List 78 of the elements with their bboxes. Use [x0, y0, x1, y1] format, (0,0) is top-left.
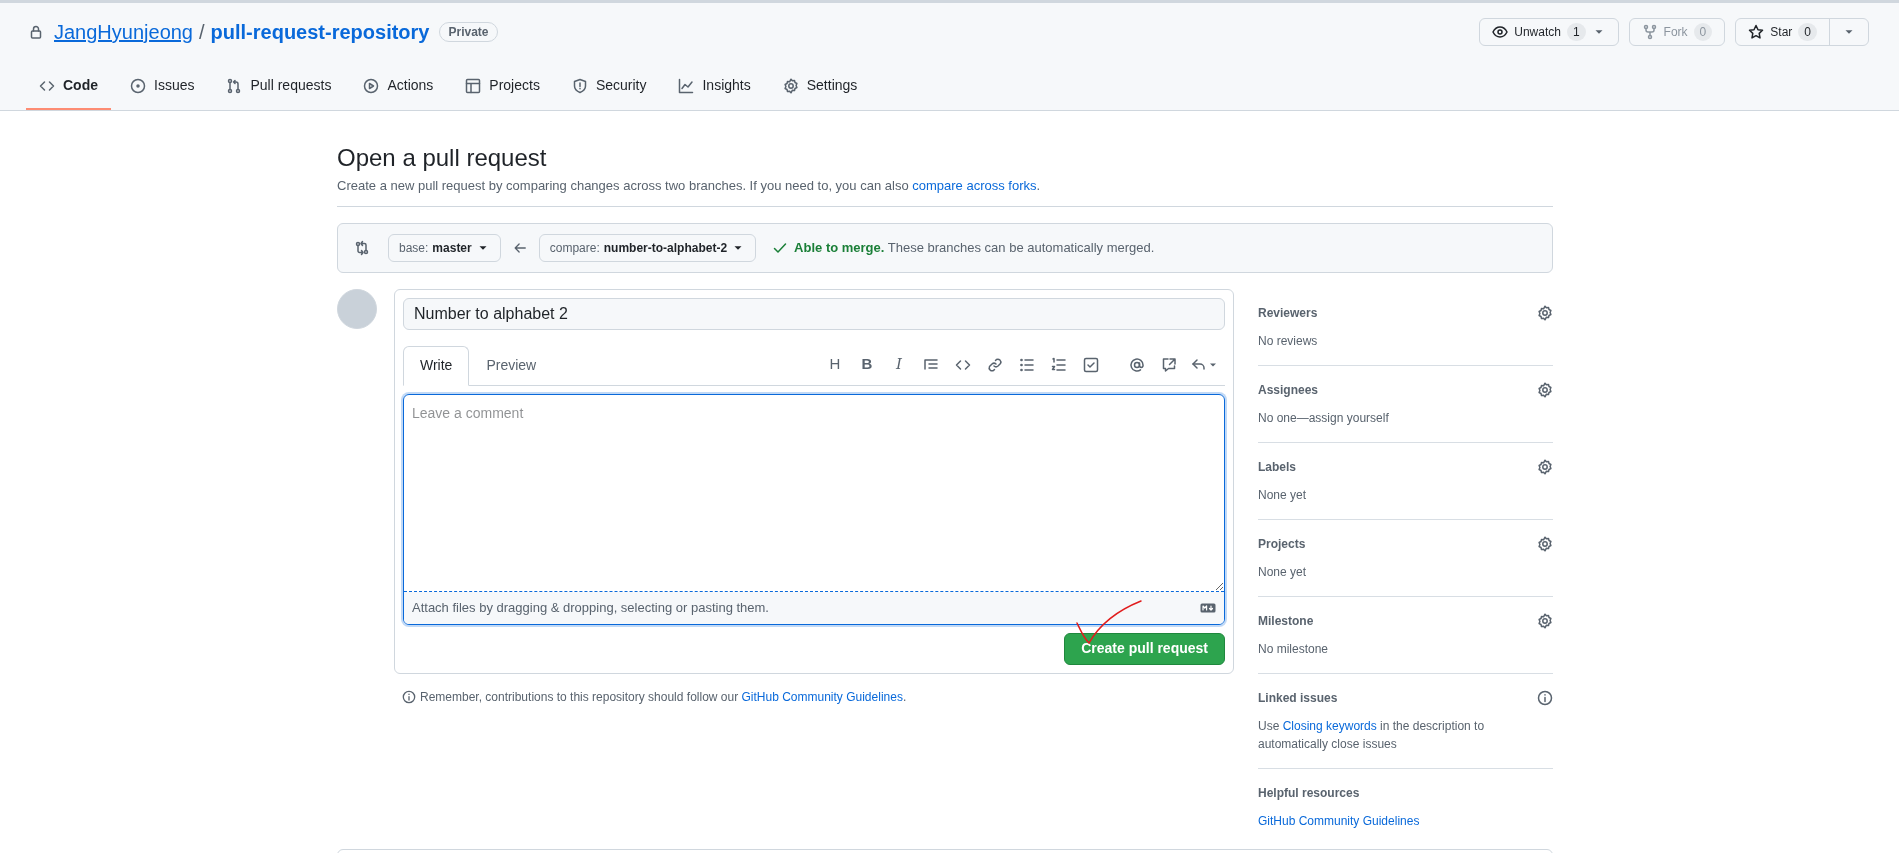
play-icon: [363, 77, 380, 94]
sidebar-value: No milestone: [1258, 640, 1330, 658]
counter: 1: [1566, 23, 1586, 41]
sidebar-heading: Assignees: [1258, 381, 1319, 399]
info-icon: [1537, 689, 1553, 706]
compare-branch-dropdown[interactable]: compare: number-to-alphabet-2: [538, 233, 757, 262]
eye-icon: [1492, 24, 1509, 40]
nav-tab[interactable]: Security: [558, 73, 660, 110]
fork-icon: [1641, 24, 1658, 40]
sidebar-text: Use Closing keywords in the description to automatically close issues: [1258, 717, 1486, 753]
pull-request-icon: [226, 77, 243, 94]
at-sign-icon: [1129, 356, 1145, 373]
nav-tab[interactable]: Issues: [117, 73, 208, 110]
editor-tab[interactable]: Preview: [469, 345, 554, 386]
settings-icon: [1537, 458, 1553, 475]
numbered-list-icon: [1051, 356, 1067, 373]
comment-field[interactable]: Leave a comment Attach files by dragging & dropping, selecting or pasting them.: [403, 393, 1225, 625]
settings-button[interactable]: [1537, 458, 1553, 475]
sidebar-value: No one—assign yourself: [1258, 409, 1390, 427]
nav-tab[interactable]: Settings: [769, 73, 871, 110]
gear-icon: [782, 77, 799, 94]
sidebar-value: None yet: [1258, 486, 1308, 504]
settings-icon: [1537, 304, 1553, 321]
guidelines-link[interactable]: GitHub Community Guidelines: [741, 689, 903, 704]
star-icon: [1748, 24, 1765, 40]
heading-button[interactable]: H: [819, 352, 851, 377]
shield-icon: [571, 77, 588, 94]
sidebar-heading: Labels: [1258, 458, 1296, 476]
bold-button[interactable]: B: [851, 352, 883, 377]
resource-link[interactable]: GitHub Community Guidelines: [1258, 811, 1553, 830]
sidebar-heading: Linked issues: [1258, 689, 1338, 707]
checkbox-icon: [1083, 356, 1099, 373]
closing-keywords-link[interactable]: Closing keywords: [1282, 718, 1377, 733]
settings-icon: [1537, 535, 1553, 552]
sidebar-heading: Projects: [1258, 535, 1306, 553]
avatar: [337, 288, 377, 329]
settings-button[interactable]: [1537, 612, 1553, 629]
sidebar-heading: Milestone: [1258, 612, 1314, 630]
lock-icon: [28, 24, 44, 40]
compare-icon: [354, 239, 370, 256]
page-description: Create a new pull request by comparing changes across two branches. If you need to, you can also compare across forks.: [337, 176, 1553, 207]
settings-icon: [1537, 612, 1553, 629]
table-icon: [465, 77, 482, 94]
page-title: Open a pull request: [337, 143, 548, 173]
circle-dot-icon: [130, 77, 146, 94]
sidebar-value: None yet: [1258, 563, 1308, 581]
nav-tab[interactable]: Pull requests: [213, 73, 345, 110]
sidebar-heading: Reviewers: [1258, 304, 1318, 322]
link-icon: [987, 356, 1003, 373]
bulleted-list-icon: [1019, 356, 1035, 373]
guidelines-note: Remember, contributions to this repository should follow our GitHub Community Guidelines.: [420, 688, 907, 706]
reply-icon: [1191, 356, 1207, 373]
cross-reference-icon: [1161, 356, 1177, 373]
italic-button[interactable]: I: [883, 352, 915, 377]
quote-icon: [923, 356, 939, 373]
settings-button[interactable]: [1537, 535, 1553, 552]
settings-button[interactable]: [1537, 304, 1553, 321]
owner-link[interactable]: JangHyunjeong: [54, 17, 193, 47]
watch-button[interactable]: Unwatch 1: [1480, 19, 1618, 45]
nav-tab[interactable]: Code: [26, 73, 111, 110]
title-input[interactable]: Number to alphabet 2: [403, 297, 1225, 330]
sidebar-value: No reviews: [1258, 332, 1319, 350]
path-separator: /: [199, 20, 205, 45]
counter: 0: [1693, 23, 1713, 41]
merge-status: Able to merge. These branches can be automatically merged.: [794, 238, 1155, 257]
sidebar-heading: Helpful resources: [1258, 784, 1360, 802]
nav-tab[interactable]: Insights: [665, 73, 764, 110]
repository-link[interactable]: pull-request-repository: [210, 17, 430, 47]
attach-hint: Attach files by dragging & dropping, selecting or pasting them.: [412, 598, 769, 617]
nav-tab[interactable]: Actions: [350, 73, 447, 110]
settings-button[interactable]: [1537, 381, 1553, 398]
line-graph-icon: [678, 77, 695, 94]
info-icon: [402, 689, 416, 704]
base-branch-dropdown[interactable]: base: master: [388, 233, 501, 262]
nav-tab[interactable]: Projects: [452, 73, 553, 110]
settings-icon: [1537, 381, 1553, 398]
editor-tab[interactable]: Write: [403, 345, 470, 386]
counter: 0: [1798, 23, 1817, 41]
